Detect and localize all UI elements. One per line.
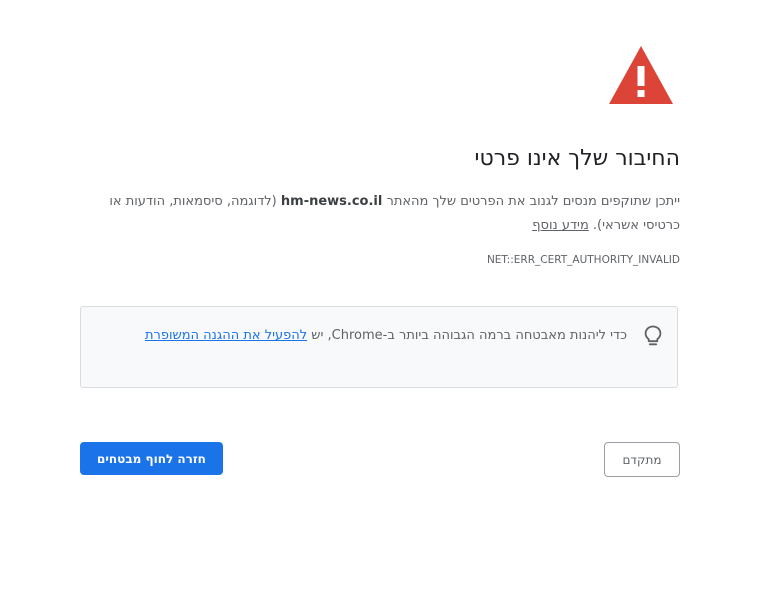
enhanced-protection-text: כדי ליהנות מאבטחה ברמה הגבוהה ביותר ב-Ch…: [127, 324, 627, 348]
enable-enhanced-protection-link[interactable]: להפעיל את ההגנה המשופרת: [145, 328, 307, 343]
error-description: ייתכן שתוקפים מנסים לגנוב את הפרטים שלך …: [100, 190, 680, 238]
interstitial-page: החיבור שלך אינו פרטי ייתכן שתוקפים מנסים…: [0, 0, 763, 596]
learn-more-link[interactable]: מידע נוסף: [532, 218, 589, 233]
warning-triangle-icon: [609, 46, 673, 104]
enhanced-protection-box: כדי ליהנות מאבטחה ברמה הגבוהה ביותר ב-Ch…: [80, 306, 678, 388]
enhanced-protection-message: כדי ליהנות מאבטחה ברמה הגבוהה ביותר ב-Ch…: [307, 328, 627, 343]
back-to-safety-button[interactable]: חזרה לחוף מבטחים: [80, 442, 223, 475]
page-title: החיבור שלך אינו פרטי: [474, 146, 680, 171]
error-code: NET::ERR_CERT_AUTHORITY_INVALID: [486, 254, 680, 266]
lightbulb-icon: [644, 325, 662, 346]
site-domain: hm-news.co.il: [280, 194, 383, 209]
description-text-start: ייתכן שתוקפים מנסים לגנוב את הפרטים שלך …: [382, 194, 680, 209]
advanced-button[interactable]: מתקדם: [604, 442, 680, 477]
